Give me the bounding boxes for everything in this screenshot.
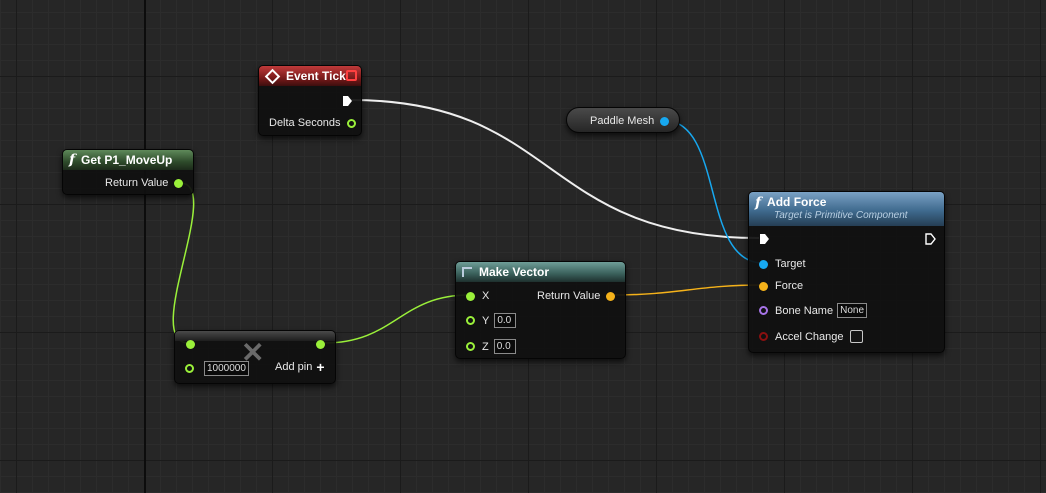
accel-change-checkbox[interactable]: [849, 330, 863, 343]
event-tick-header: Event Tick: [259, 66, 361, 86]
multiply-node[interactable]: ✕ 1000000 Add pin +: [174, 330, 336, 384]
y-value[interactable]: 0.0: [494, 313, 517, 328]
accel-change-pin[interactable]: [759, 332, 768, 341]
return-value-label: Return Value: [105, 177, 169, 189]
float-wire-moveup-to-multiply: [172, 182, 195, 344]
vector-wire-to-force: [611, 284, 764, 296]
paddle-mesh-node[interactable]: Paddle Mesh: [566, 107, 680, 133]
add-force-title: Add Force: [767, 195, 827, 209]
x-pin[interactable]: [466, 291, 475, 301]
make-struct-icon: [462, 267, 472, 277]
add-pin-label[interactable]: Add pin: [275, 361, 312, 373]
multiply-b-pin[interactable]: [185, 364, 194, 373]
event-diamond-icon: [264, 68, 281, 84]
exec-wire: [350, 99, 760, 239]
add-force-header: f Add Force Target is Primitive Componen…: [749, 192, 944, 226]
y-pin[interactable]: [466, 316, 475, 325]
function-icon: f: [755, 195, 762, 211]
graph-origin-axis: [144, 0, 146, 493]
bone-name-label: Bone Name: [775, 304, 834, 317]
make-vector-header: Make Vector: [456, 262, 625, 282]
event-tick-node[interactable]: Event Tick Delta Seconds: [258, 65, 362, 136]
function-icon: f: [69, 152, 76, 168]
bone-name-value[interactable]: None: [837, 303, 867, 318]
multiply-a-pin[interactable]: [186, 340, 195, 349]
z-value[interactable]: 0.0: [493, 339, 516, 354]
target-pin[interactable]: [759, 259, 768, 269]
get-p1-moveup-header: f Get P1_MoveUp: [63, 150, 193, 170]
float-wire-multiply-to-x: [323, 294, 470, 344]
multiply-out-pin[interactable]: [316, 340, 325, 349]
x-label: X: [482, 290, 490, 302]
add-pin-plus-icon[interactable]: +: [316, 360, 324, 374]
make-vector-return-pin[interactable]: [606, 291, 616, 301]
multiply-b-value[interactable]: 1000000: [204, 361, 249, 376]
make-vector-node[interactable]: Make Vector X Y 0.0 Z 0.0 Return Value: [455, 261, 626, 359]
z-pin[interactable]: [466, 342, 475, 351]
exec-in-pin[interactable]: [759, 233, 770, 245]
target-label: Target: [775, 258, 806, 270]
exec-out-pin[interactable]: [925, 233, 936, 245]
event-tick-title: Event Tick: [286, 69, 346, 83]
event-stop-icon[interactable]: [346, 70, 357, 81]
paddle-mesh-label: Paddle Mesh: [590, 115, 655, 127]
blueprint-graph-canvas[interactable]: Event Tick Delta Seconds f Get P1_MoveUp…: [0, 0, 1046, 493]
add-force-node[interactable]: f Add Force Target is Primitive Componen…: [748, 191, 945, 353]
z-label: Z: [482, 340, 489, 353]
paddle-mesh-pin[interactable]: [660, 116, 670, 126]
force-label: Force: [775, 280, 804, 292]
exec-out-pin[interactable]: [342, 95, 353, 107]
bone-name-pin[interactable]: [759, 306, 768, 315]
delta-seconds-label: Delta Seconds: [269, 117, 341, 129]
add-force-subtitle: Target is Primitive Component: [774, 210, 908, 221]
force-pin[interactable]: [759, 281, 768, 291]
make-vector-return-label: Return Value: [537, 290, 601, 302]
delta-seconds-pin[interactable]: [346, 118, 356, 128]
make-vector-title: Make Vector: [479, 265, 550, 279]
y-label: Y: [482, 314, 490, 327]
get-p1-moveup-node[interactable]: f Get P1_MoveUp Return Value: [62, 149, 194, 195]
return-value-pin[interactable]: [174, 178, 184, 188]
get-p1-moveup-title: Get P1_MoveUp: [81, 153, 173, 167]
accel-change-label: Accel Change: [775, 330, 844, 343]
